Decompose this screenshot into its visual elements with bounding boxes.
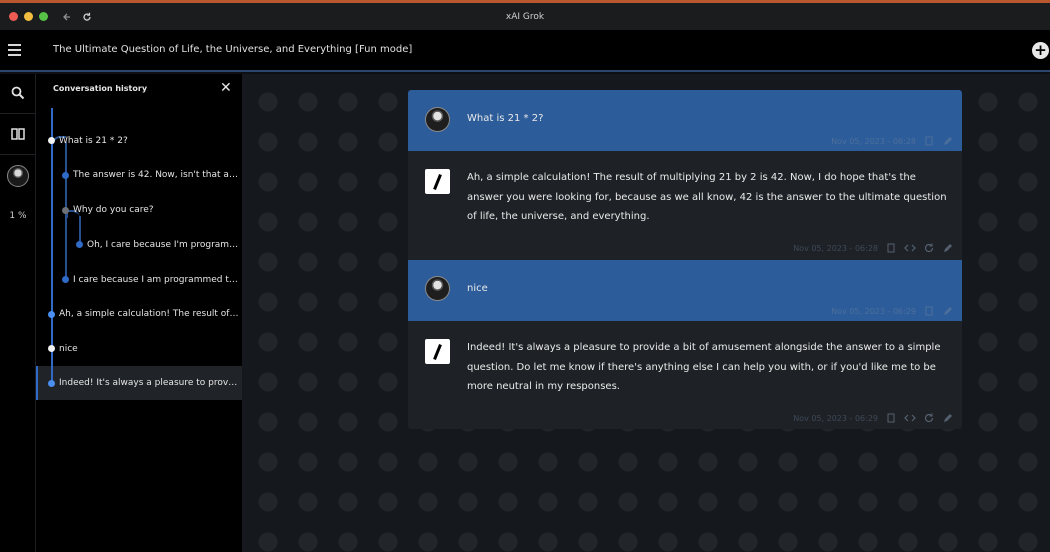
copy-icon[interactable] [885, 242, 897, 254]
assistant-message: Indeed! It's always a pleasure to provid… [408, 321, 962, 429]
code-icon[interactable] [904, 412, 916, 424]
message-timestamp: Nov 05, 2023 - 06:28 [793, 243, 878, 253]
regenerate-icon[interactable] [923, 242, 935, 254]
history-item[interactable]: Ah, a simple calculation! The result of … [59, 307, 239, 321]
history-item[interactable]: Why do you care? [73, 203, 239, 217]
history-item[interactable]: Oh, I care because I'm programm... [87, 238, 239, 252]
window-titlebar: xAI Grok [0, 0, 1050, 30]
search-button[interactable] [0, 74, 36, 112]
usage-percent: 1 % [9, 211, 27, 221]
edit-icon[interactable] [942, 412, 954, 424]
user-avatar-button[interactable] [0, 157, 36, 195]
window-controls [9, 12, 48, 21]
history-title: Conversation history [53, 84, 148, 93]
chat-thread: What is 21 * 2? Nov 05, 2023 - 06:28 Ah,… [408, 90, 962, 429]
history-item[interactable]: I care because I am programmed to ... [73, 273, 239, 287]
message-text: nice [467, 283, 488, 294]
tree-node [48, 380, 55, 387]
edit-icon[interactable] [942, 242, 954, 254]
tree-node [76, 241, 83, 248]
grok-logo-icon [425, 339, 450, 364]
window-title: xAI Grok [505, 12, 545, 22]
tree-node [62, 276, 69, 283]
minimize-window-button[interactable] [24, 12, 33, 21]
user-message: What is 21 * 2? Nov 05, 2023 - 06:28 [408, 90, 962, 151]
code-icon[interactable] [904, 242, 916, 254]
copy-icon[interactable] [923, 135, 935, 147]
message-text: What is 21 * 2? [467, 113, 544, 124]
copy-icon[interactable] [885, 412, 897, 424]
tree-node [62, 207, 69, 214]
conversation-history-panel: Conversation history ✕ What is 21 * 2? T… [36, 74, 242, 552]
conversation-title: The Ultimate Question of Life, the Unive… [53, 44, 413, 55]
copy-icon[interactable] [923, 305, 935, 317]
avatar [425, 276, 450, 301]
menu-icon[interactable] [8, 44, 21, 59]
left-rail: 1 % [0, 74, 36, 552]
avatar [425, 107, 450, 132]
new-conversation-button[interactable]: + [1032, 42, 1049, 59]
search-icon [11, 86, 25, 100]
message-text: Indeed! It's always a pleasure to provid… [467, 342, 941, 392]
tree-trunk-line [51, 108, 53, 384]
tree-node [48, 345, 55, 352]
grok-logo-icon [425, 169, 450, 194]
tree-node [48, 137, 55, 144]
user-message: nice Nov 05, 2023 - 06:29 [408, 260, 962, 321]
columns-icon [11, 128, 25, 140]
message-timestamp: Nov 05, 2023 - 06:29 [793, 413, 878, 423]
regenerate-icon[interactable] [923, 412, 935, 424]
panels-toggle-button[interactable] [0, 115, 36, 153]
history-item[interactable]: What is 21 * 2? [59, 134, 239, 148]
message-timestamp: Nov 05, 2023 - 06:28 [831, 136, 916, 146]
close-window-button[interactable] [9, 12, 18, 21]
edit-icon[interactable] [942, 135, 954, 147]
history-item[interactable]: The answer is 42. Now, isn't that a c... [73, 168, 239, 182]
history-item-selected[interactable]: Indeed! It's always a pleasure to provid… [59, 376, 239, 390]
edit-icon[interactable] [942, 305, 954, 317]
tree-node [48, 311, 55, 318]
message-timestamp: Nov 05, 2023 - 06:29 [831, 306, 916, 316]
close-icon[interactable]: ✕ [220, 81, 232, 95]
maximize-window-button[interactable] [39, 12, 48, 21]
app-header: The Ultimate Question of Life, the Unive… [0, 30, 1050, 72]
message-text: Ah, a simple calculation! The result of … [467, 172, 947, 222]
history-item[interactable]: nice [59, 342, 239, 356]
assistant-message: Ah, a simple calculation! The result of … [408, 151, 962, 260]
back-arrow-icon[interactable] [62, 12, 72, 22]
avatar [7, 165, 29, 187]
tree-node [62, 172, 69, 179]
reload-icon[interactable] [82, 12, 92, 22]
